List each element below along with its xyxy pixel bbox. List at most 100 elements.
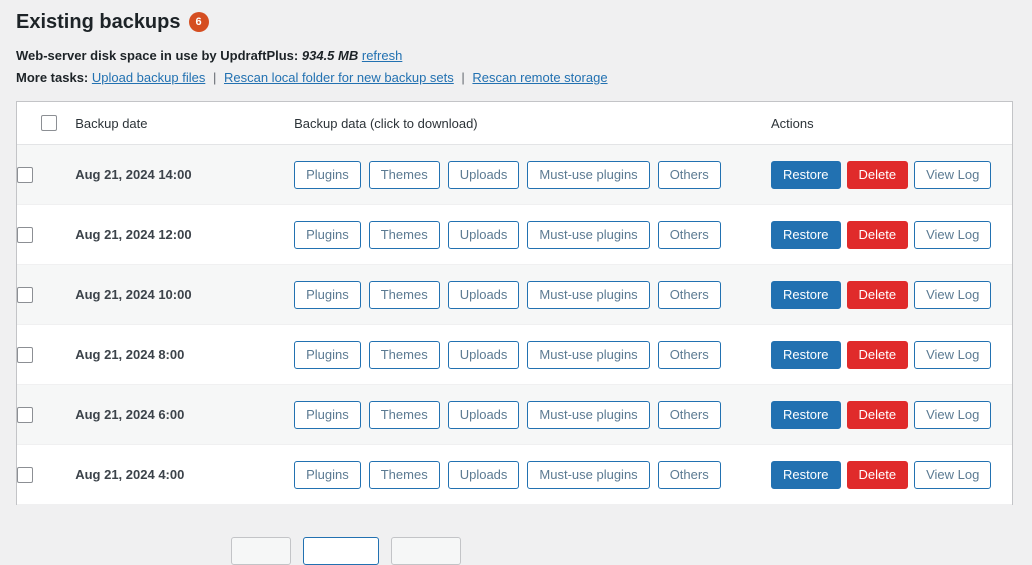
actions-cell: Restore Delete View Log (771, 144, 1012, 205)
download-must-use-plugins-button[interactable]: Must-use plugins (527, 340, 650, 369)
backup-data-cell: Plugins Themes Uploads Must-use plugins Othe… (294, 204, 771, 265)
page-header: Existing backups 6 Web-server disk space… (0, 0, 1032, 85)
row-select-checkbox[interactable] (17, 466, 33, 483)
download-themes-button[interactable]: Themes (368, 280, 440, 309)
download-others-button[interactable]: Others (657, 460, 721, 489)
pagination-button-next[interactable] (391, 537, 461, 565)
existing-backups-table: Backup date Backup data (click to downlo… (17, 102, 1012, 505)
more-tasks-line: More tasks: Upload backup files | Rescan… (16, 70, 1032, 85)
backup-date-cell: Aug 21, 2024 6:00 (75, 384, 295, 445)
row-select-checkbox[interactable] (17, 226, 33, 243)
action-button-group: Restore Delete View Log (771, 280, 1012, 309)
upload-backup-files-link[interactable]: Upload backup files (92, 70, 205, 85)
restore-button[interactable]: Restore (771, 400, 841, 429)
select-all-checkbox[interactable] (41, 115, 57, 131)
download-themes-button[interactable]: Themes (368, 400, 440, 429)
download-must-use-plugins-button[interactable]: Must-use plugins (527, 280, 650, 309)
download-plugins-button[interactable]: Plugins (294, 160, 361, 189)
delete-button[interactable]: Delete (846, 400, 909, 429)
download-uploads-button[interactable]: Uploads (447, 220, 520, 249)
download-plugins-button[interactable]: Plugins (294, 280, 361, 309)
restore-button[interactable]: Restore (771, 160, 841, 189)
row-select-checkbox[interactable] (17, 346, 33, 363)
download-uploads-button[interactable]: Uploads (447, 340, 520, 369)
row-select-cell (17, 264, 76, 325)
row-select-cell (17, 204, 76, 265)
actions-cell: Restore Delete View Log (771, 204, 1012, 265)
delete-button[interactable]: Delete (846, 280, 909, 309)
download-must-use-plugins-button[interactable]: Must-use plugins (527, 160, 650, 189)
select-all-header (17, 102, 76, 145)
delete-button[interactable]: Delete (846, 460, 909, 489)
refresh-link[interactable]: refresh (362, 48, 402, 63)
row-select-cell (17, 324, 76, 385)
column-header-backup-date: Backup date (75, 102, 295, 145)
download-others-button[interactable]: Others (657, 220, 721, 249)
download-plugins-button[interactable]: Plugins (294, 340, 361, 369)
restore-button[interactable]: Restore (771, 280, 841, 309)
backup-data-cell: Plugins Themes Uploads Must-use plugins Othe… (294, 144, 771, 205)
backup-data-cell: Plugins Themes Uploads Must-use plugins Othe… (294, 444, 771, 505)
restore-button[interactable]: Restore (771, 220, 841, 249)
row-select-cell (17, 444, 76, 505)
backup-date-cell: Aug 21, 2024 8:00 (75, 324, 295, 385)
table-header: Backup date Backup data (click to downlo… (17, 102, 1012, 145)
view-log-button[interactable]: View Log (914, 220, 992, 249)
task-separator: | (461, 70, 465, 85)
row-select-checkbox[interactable] (17, 406, 33, 423)
table-row: Aug 21, 2024 4:00 Plugins Themes Uploads Mus… (17, 444, 1012, 505)
delete-button[interactable]: Delete (846, 340, 909, 369)
backup-data-button-group: Plugins Themes Uploads Must-use plugins Othe… (294, 220, 771, 249)
download-themes-button[interactable]: Themes (368, 160, 440, 189)
restore-button[interactable]: Restore (771, 460, 841, 489)
view-log-button[interactable]: View Log (914, 460, 992, 489)
disk-usage-line: Web-server disk space in use by UpdraftP… (16, 48, 1032, 63)
row-select-checkbox[interactable] (17, 286, 33, 303)
view-log-button[interactable]: View Log (914, 280, 992, 309)
actions-cell: Restore Delete View Log (771, 444, 1012, 505)
action-button-group: Restore Delete View Log (771, 340, 1012, 369)
action-button-group: Restore Delete View Log (771, 400, 1012, 429)
download-must-use-plugins-button[interactable]: Must-use plugins (527, 460, 650, 489)
download-uploads-button[interactable]: Uploads (447, 460, 520, 489)
action-button-group: Restore Delete View Log (771, 460, 1012, 489)
table-header-row: Backup date Backup data (click to downlo… (17, 102, 1012, 145)
rescan-local-folder-link[interactable]: Rescan local folder for new backup sets (224, 70, 454, 85)
backup-data-cell: Plugins Themes Uploads Must-use plugins Othe… (294, 384, 771, 445)
download-themes-button[interactable]: Themes (368, 340, 440, 369)
download-uploads-button[interactable]: Uploads (447, 160, 520, 189)
delete-button[interactable]: Delete (846, 220, 909, 249)
download-must-use-plugins-button[interactable]: Must-use plugins (527, 400, 650, 429)
download-themes-button[interactable]: Themes (368, 220, 440, 249)
row-select-checkbox[interactable] (17, 166, 33, 183)
view-log-button[interactable]: View Log (914, 160, 992, 189)
pagination-button-current[interactable] (303, 537, 379, 565)
table-row: Aug 21, 2024 6:00 Plugins Themes Uploads Mus… (17, 384, 1012, 445)
action-button-group: Restore Delete View Log (771, 160, 1012, 189)
page-title: Existing backups (16, 11, 181, 33)
backup-date-cell: Aug 21, 2024 10:00 (75, 264, 295, 325)
view-log-button[interactable]: View Log (914, 400, 992, 429)
view-log-button[interactable]: View Log (914, 340, 992, 369)
table-row: Aug 21, 2024 12:00 Plugins Themes Uploads Mu… (17, 204, 1012, 265)
download-plugins-button[interactable]: Plugins (294, 460, 361, 489)
table-body: Aug 21, 2024 14:00 Plugins Themes Uploads Mu… (17, 144, 1012, 505)
restore-button[interactable]: Restore (771, 340, 841, 369)
download-others-button[interactable]: Others (657, 280, 721, 309)
download-others-button[interactable]: Others (657, 400, 721, 429)
download-uploads-button[interactable]: Uploads (447, 400, 520, 429)
download-uploads-button[interactable]: Uploads (447, 280, 520, 309)
actions-cell: Restore Delete View Log (771, 264, 1012, 325)
backup-data-cell: Plugins Themes Uploads Must-use plugins Othe… (294, 264, 771, 325)
pagination-button-previous[interactable] (231, 537, 291, 565)
download-must-use-plugins-button[interactable]: Must-use plugins (527, 220, 650, 249)
delete-button[interactable]: Delete (846, 160, 909, 189)
column-header-backup-data: Backup data (click to download) (294, 102, 771, 145)
download-others-button[interactable]: Others (657, 340, 721, 369)
rescan-remote-storage-link[interactable]: Rescan remote storage (472, 70, 607, 85)
download-plugins-button[interactable]: Plugins (294, 220, 361, 249)
table-row: Aug 21, 2024 8:00 Plugins Themes Uploads Mus… (17, 324, 1012, 385)
download-others-button[interactable]: Others (657, 160, 721, 189)
download-themes-button[interactable]: Themes (368, 460, 440, 489)
download-plugins-button[interactable]: Plugins (294, 400, 361, 429)
